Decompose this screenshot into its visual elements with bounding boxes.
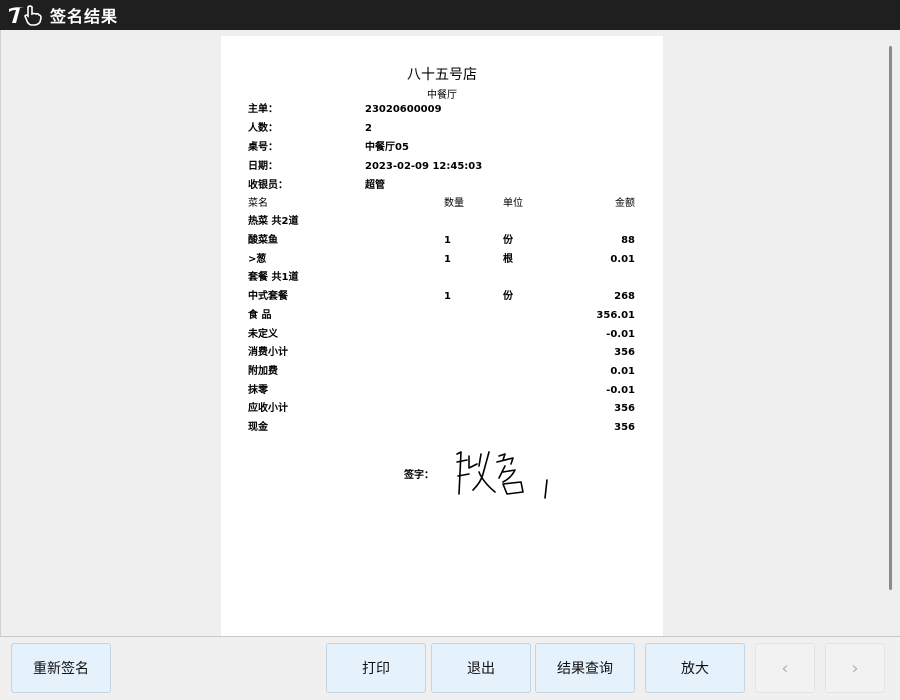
info-row-table: 桌号： 中餐厅05 [248,140,635,156]
total-value: -0.01 [606,385,635,396]
action-bar: 重新签名 打印 退出 结果查询 放大 ‹ › [0,636,900,700]
item-row: 酸菜鱼 1 份 88 [248,233,635,249]
item-qty: 1 [444,291,451,302]
column-header-qty: 数量 [444,198,464,209]
zoom-button[interactable]: 放大 [645,643,745,693]
store-name: 八十五号店 [407,67,477,83]
item-qty: 1 [444,254,451,265]
info-label: 日期： [248,161,278,172]
total-label: 食 品 [248,310,272,321]
item-row: 中式套餐 1 份 268 [248,289,635,305]
group-title: 套餐 共1道 [248,270,635,286]
receipt-preview: 八十五号店 中餐厅 主单： 23020600009 人数： 2 桌号： 中餐厅0… [221,36,663,636]
total-label: 附加费 [248,366,278,377]
total-row: 消费小计 356 [248,345,635,361]
info-value: 超管 [365,180,385,191]
total-value: 0.01 [610,366,635,377]
item-name: 中式套餐 [248,291,288,302]
content-area: 八十五号店 中餐厅 主单： 23020600009 人数： 2 桌号： 中餐厅0… [0,30,900,636]
info-label: 桌号： [248,142,278,153]
total-row: 未定义 -0.01 [248,327,635,343]
total-value: -0.01 [606,329,635,340]
total-value: 356 [614,403,635,414]
result-query-button[interactable]: 结果查询 [535,643,635,693]
total-value: 356 [614,347,635,358]
total-label: 现金 [248,422,268,433]
handwritten-signature [456,451,548,499]
item-amount: 88 [621,235,635,246]
column-header-unit: 单位 [503,198,523,209]
info-value: 2023-02-09 12:45:03 [365,161,483,172]
prev-page-button[interactable]: ‹ [755,643,815,693]
column-header-name: 菜名 [248,198,268,209]
total-row: 现金 356 [248,420,635,436]
group-title: 热菜 共2道 [248,214,635,230]
item-amount: 0.01 [610,254,635,265]
next-page-button[interactable]: › [825,643,885,693]
info-row-order: 主单： 23020600009 [248,102,635,118]
info-label: 收银员： [248,180,288,191]
total-label: 未定义 [248,329,278,340]
exit-button[interactable]: 退出 [431,643,531,693]
item-unit: 根 [503,254,513,265]
info-row-date: 日期： 2023-02-09 12:45:03 [248,159,635,175]
total-row: 食 品 356.01 [248,308,635,324]
info-row-cashier: 收银员： 超管 [248,178,635,194]
hall-name: 中餐厅 [427,90,457,101]
item-unit: 份 [503,235,513,246]
info-value: 2 [365,123,372,134]
item-unit: 份 [503,291,513,302]
total-label: 消费小计 [248,347,288,358]
touch-hand-logo-icon [6,3,46,27]
scrollbar-thumb[interactable] [889,46,892,590]
total-label: 抹零 [248,385,268,396]
info-value: 23020600009 [365,104,442,115]
info-label: 主单： [248,104,278,115]
item-row: >葱 1 根 0.01 [248,252,635,268]
title-bar: 签名结果 [0,0,900,30]
group-title-text: 热菜 共2道 [248,216,299,227]
items-header: 菜名 数量 单位 金额 [248,196,635,212]
vertical-scrollbar[interactable] [881,30,900,636]
item-qty: 1 [444,235,451,246]
info-label: 人数： [248,123,278,134]
item-amount: 268 [614,291,635,302]
signature-label: 签字： [404,470,434,481]
total-row: 附加费 0.01 [248,364,635,380]
info-value: 中餐厅05 [365,142,409,153]
total-value: 356 [614,422,635,433]
total-label: 应收小计 [248,403,288,414]
group-title-text: 套餐 共1道 [248,272,299,283]
info-row-guests: 人数： 2 [248,121,635,137]
resign-button[interactable]: 重新签名 [11,643,111,693]
print-button[interactable]: 打印 [326,643,426,693]
window-title: 签名结果 [50,7,119,26]
total-value: 356.01 [596,310,635,321]
total-row: 应收小计 356 [248,401,635,417]
item-name: >葱 [248,254,267,265]
item-name: 酸菜鱼 [248,235,278,246]
total-row: 抹零 -0.01 [248,383,635,399]
column-header-amount: 金额 [615,198,635,209]
